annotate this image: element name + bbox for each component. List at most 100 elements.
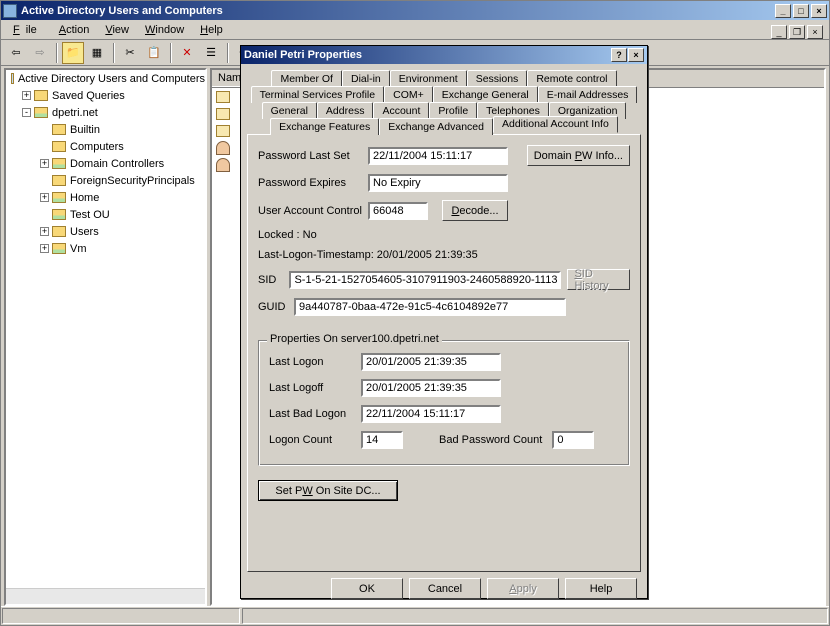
tree-pane: Active Directory Users and Computers +Sa…: [4, 68, 207, 606]
tree-users[interactable]: +Users: [6, 223, 205, 240]
separator: [56, 43, 57, 63]
sid-value: S-1-5-21-1527054605-3107911903-246058892…: [289, 271, 561, 289]
close-button[interactable]: ×: [811, 4, 827, 18]
pw-expires-label: Password Expires: [258, 177, 368, 189]
main-titlebar: Active Directory Users and Computers _ □…: [1, 1, 829, 20]
tree-testou[interactable]: Test OU: [6, 206, 205, 223]
tree-computers[interactable]: Computers: [6, 138, 205, 155]
dialog-close-button[interactable]: ×: [628, 48, 644, 62]
bad-pw-count-label: Bad Password Count: [439, 434, 542, 446]
cut-button[interactable]: ✂: [119, 42, 141, 64]
expand-icon[interactable]: +: [40, 244, 49, 253]
ok-button[interactable]: OK: [331, 578, 403, 599]
back-button[interactable]: ⇦: [5, 42, 27, 64]
bad-pw-count-value: 0: [552, 431, 594, 449]
collapse-icon[interactable]: -: [22, 108, 31, 117]
tab-remote-control[interactable]: Remote control: [527, 70, 616, 87]
tree-home[interactable]: +Home: [6, 189, 205, 206]
show-hide-button[interactable]: ▦: [86, 42, 108, 64]
properties-button[interactable]: ☰: [200, 42, 222, 64]
tab-exchange-advanced[interactable]: Exchange Advanced: [379, 118, 493, 135]
locked-label: Locked : No: [258, 229, 317, 241]
tab-additional-account-info[interactable]: Additional Account Info: [493, 116, 618, 133]
domain-pw-info-button[interactable]: Domain PW Info...: [527, 145, 630, 166]
tree-vm[interactable]: +Vm: [6, 240, 205, 257]
expand-icon[interactable]: +: [40, 159, 49, 168]
tab-complus[interactable]: COM+: [384, 86, 433, 103]
forward-button[interactable]: ⇨: [29, 42, 51, 64]
expand-icon[interactable]: +: [40, 193, 49, 202]
tab-general[interactable]: General: [262, 102, 317, 119]
tab-member-of[interactable]: Member Of: [271, 70, 342, 87]
tree-fsp[interactable]: ForeignSecurityPrincipals: [6, 172, 205, 189]
menubar: File Action View Window Help: [1, 20, 829, 40]
logon-count-label: Logon Count: [269, 434, 361, 446]
pw-last-set-label: Password Last Set: [258, 150, 368, 162]
folder-icon: [52, 124, 66, 135]
mdi-close-button[interactable]: ×: [807, 25, 823, 39]
menu-help[interactable]: Help: [194, 22, 229, 38]
uac-label: User Account Control: [258, 205, 368, 217]
logon-count-value: 14: [361, 431, 403, 449]
group-label: Properties On server100.dpetri.net: [267, 333, 442, 345]
tree-h-scrollbar[interactable]: [6, 588, 205, 604]
tab-profile[interactable]: Profile: [429, 102, 477, 119]
tab-account[interactable]: Account: [373, 102, 429, 119]
pw-expires-value: No Expiry: [368, 174, 508, 192]
mdi-restore-button[interactable]: ❐: [789, 25, 805, 39]
cancel-button[interactable]: Cancel: [409, 578, 481, 599]
guid-value: 9a440787-0baa-472e-91c5-4c6104892e77: [294, 298, 566, 316]
expand-icon[interactable]: +: [22, 91, 31, 100]
folder-icon: [52, 175, 66, 186]
ou-icon: [52, 158, 66, 169]
last-bad-logon-value: 22/11/2004 15:11:17: [361, 405, 501, 423]
dialog-title: Daniel Petri Properties: [244, 49, 362, 61]
mdi-minimize-button[interactable]: _: [771, 25, 787, 39]
separator: [113, 43, 114, 63]
menu-file[interactable]: File: [7, 22, 49, 38]
server-properties-group: Properties On server100.dpetri.net Last …: [258, 340, 630, 466]
last-logon-value: 20/01/2005 21:39:35: [361, 353, 501, 371]
ou-icon: [216, 108, 230, 120]
menu-view[interactable]: View: [99, 22, 135, 38]
tab-ts-profile[interactable]: Terminal Services Profile: [251, 86, 385, 103]
pw-last-set-value: 22/11/2004 15:11:17: [368, 147, 508, 165]
tree-builtin[interactable]: Builtin: [6, 121, 205, 138]
folder-icon: [34, 90, 48, 101]
expand-icon[interactable]: +: [40, 227, 49, 236]
statusbar: [1, 606, 829, 625]
guid-label: GUID: [258, 301, 294, 313]
tab-sessions[interactable]: Sessions: [467, 70, 528, 87]
set-pw-on-site-dc-button[interactable]: Set PW On Site DC...: [258, 480, 398, 501]
dialog-help-button[interactable]: ?: [611, 48, 627, 62]
tree-root[interactable]: Active Directory Users and Computers: [6, 70, 205, 87]
ou-icon: [216, 91, 230, 103]
tab-address[interactable]: Address: [317, 102, 374, 119]
app-icon: [3, 4, 17, 18]
main-title: Active Directory Users and Computers: [21, 5, 223, 17]
minimize-button[interactable]: _: [775, 4, 791, 18]
tab-environment[interactable]: Environment: [390, 70, 467, 87]
user-icon: [216, 158, 230, 172]
delete-button[interactable]: ✕: [176, 42, 198, 64]
tab-dialin[interactable]: Dial-in: [342, 70, 390, 87]
help-button[interactable]: Help: [565, 578, 637, 599]
tree-domain[interactable]: -dpetri.net: [6, 104, 205, 121]
sid-label: SID: [258, 274, 289, 286]
separator: [227, 43, 228, 63]
tab-exchange-features[interactable]: Exchange Features: [270, 118, 379, 135]
menu-action[interactable]: Action: [53, 22, 96, 38]
apply-button: Apply: [487, 578, 559, 599]
up-button[interactable]: 📁: [62, 42, 84, 64]
dialog-titlebar: Daniel Petri Properties ? ×: [241, 46, 647, 64]
folder-icon: [52, 226, 66, 237]
tree-domain-controllers[interactable]: +Domain Controllers: [6, 155, 205, 172]
tree-saved-queries[interactable]: +Saved Queries: [6, 87, 205, 104]
maximize-button[interactable]: □: [793, 4, 809, 18]
decode-button[interactable]: Decode...: [442, 200, 508, 221]
tab-exchange-general[interactable]: Exchange General: [433, 86, 538, 103]
tab-email-addresses[interactable]: E-mail Addresses: [538, 86, 638, 103]
status-section: [2, 608, 240, 624]
menu-window[interactable]: Window: [139, 22, 190, 38]
copy-button[interactable]: 📋: [143, 42, 165, 64]
